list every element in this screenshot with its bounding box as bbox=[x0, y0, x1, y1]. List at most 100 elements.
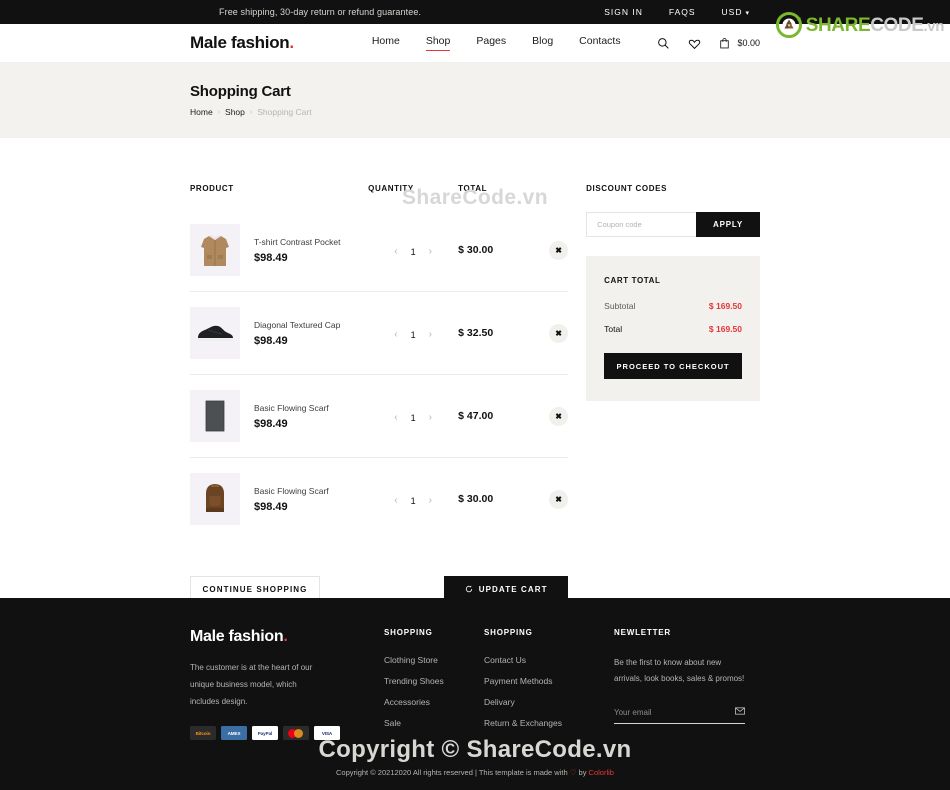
currency-selector[interactable]: USD ▾ bbox=[722, 7, 750, 17]
product-name[interactable]: Diagonal Textured Cap bbox=[254, 320, 340, 330]
footer-logo[interactable]: Male fashion. bbox=[190, 628, 350, 646]
footer-link-accessories[interactable]: Accessories bbox=[384, 697, 484, 707]
quantity-value[interactable]: 1 bbox=[411, 330, 416, 340]
table-row: Basic Flowing Scarf $98.49 ‹ 1 › $ 30.00 bbox=[190, 457, 569, 540]
page-title: Shopping Cart bbox=[190, 83, 291, 100]
quantity-value[interactable]: 1 bbox=[411, 247, 416, 257]
remove-item-button[interactable]: ✖ bbox=[549, 324, 569, 343]
nav-item-contacts[interactable]: Contacts bbox=[579, 35, 620, 51]
payment-methods: Bitcoin AMEX PayPal VISA bbox=[190, 726, 350, 740]
product-thumbnail-backpack[interactable] bbox=[190, 473, 240, 525]
cart-item-product-cell: Basic Flowing Scarf $98.49 bbox=[190, 457, 369, 540]
footer-link-delivary[interactable]: Delivary bbox=[484, 697, 614, 707]
newsletter-email-input[interactable] bbox=[614, 707, 735, 717]
cart-item-product-cell: Basic Flowing Scarf $98.49 bbox=[190, 374, 369, 458]
footer-link-contact-us[interactable]: Contact Us bbox=[484, 655, 614, 665]
cart-item-remove-cell: ✖ bbox=[528, 209, 569, 292]
footer-heading-newsletter: NEWLETTER bbox=[614, 628, 671, 637]
footer-heading-shopping-1: SHOPPING bbox=[384, 628, 433, 637]
product-name[interactable]: Basic Flowing Scarf bbox=[254, 403, 329, 413]
nav-item-shop[interactable]: Shop bbox=[425, 35, 451, 51]
footer-heading-shopping-2: SHOPPING bbox=[484, 628, 533, 637]
quantity-value[interactable]: 1 bbox=[411, 496, 416, 506]
sign-in-link[interactable]: SIGN IN bbox=[604, 7, 643, 17]
newsletter-form bbox=[614, 707, 745, 724]
product-name[interactable]: Basic Flowing Scarf bbox=[254, 486, 329, 496]
copyright-by: by bbox=[576, 768, 589, 777]
apply-coupon-button[interactable]: APPLY bbox=[696, 212, 760, 237]
product-price: $98.49 bbox=[254, 500, 288, 513]
cart-button[interactable]: $0.00 bbox=[719, 37, 760, 50]
quantity-increment-icon[interactable]: › bbox=[429, 495, 432, 506]
cart-item-remove-cell: ✖ bbox=[528, 374, 569, 458]
envelope-icon[interactable] bbox=[735, 707, 745, 717]
amex-icon: AMEX bbox=[221, 726, 247, 740]
heart-icon[interactable] bbox=[688, 37, 701, 50]
product-info: Basic Flowing Scarf $98.49 bbox=[254, 403, 329, 430]
product-thumbnail-sneaker[interactable] bbox=[190, 307, 240, 359]
subtotal-value: $ 169.50 bbox=[708, 301, 742, 311]
product-thumbnail-jacket[interactable] bbox=[190, 224, 240, 276]
quantity-stepper[interactable]: ‹ 1 › bbox=[394, 329, 432, 340]
main-navigation: Home Shop Pages Blog Contacts bbox=[372, 35, 621, 51]
quantity-decrement-icon[interactable]: ‹ bbox=[394, 329, 397, 340]
top-promo-bar: Free shipping, 30-day return or refund g… bbox=[0, 0, 950, 24]
footer-link-return-exchanges[interactable]: Return & Exchanges bbox=[484, 718, 614, 728]
breadcrumb-item-home[interactable]: Home bbox=[190, 107, 213, 117]
product-info: T-shirt Contrast Pocket $98.49 bbox=[254, 237, 340, 264]
site-header: Male fashion. Home Shop Pages Blog Conta… bbox=[0, 24, 950, 62]
proceed-to-checkout-button[interactable]: PROCEED TO CHECKOUT bbox=[604, 353, 742, 379]
footer-shopping-column-2: SHOPPING Contact Us Payment Methods Deli… bbox=[484, 628, 614, 790]
search-icon[interactable] bbox=[657, 37, 670, 50]
cart-item-total: $ 30.00 bbox=[458, 244, 494, 256]
quantity-increment-icon[interactable]: › bbox=[429, 246, 432, 257]
quantity-stepper[interactable]: ‹ 1 › bbox=[394, 412, 432, 423]
faqs-link[interactable]: FAQS bbox=[669, 7, 696, 17]
quantity-increment-icon[interactable]: › bbox=[429, 412, 432, 423]
quantity-decrement-icon[interactable]: ‹ bbox=[394, 495, 397, 506]
update-cart-label: UPDATE CART bbox=[478, 585, 548, 594]
quantity-stepper[interactable]: ‹ 1 › bbox=[394, 246, 432, 257]
breadcrumb-banner: Shopping Cart Home › Shop › Shopping Car… bbox=[0, 62, 950, 138]
footer-link-clothing-store[interactable]: Clothing Store bbox=[384, 655, 484, 665]
footer-link-trending-shoes[interactable]: Trending Shoes bbox=[384, 676, 484, 686]
site-logo-text: Male fashion bbox=[190, 33, 290, 52]
site-logo[interactable]: Male fashion. bbox=[190, 33, 294, 53]
nav-item-blog[interactable]: Blog bbox=[532, 35, 553, 51]
cart-table-header-row: PRODUCT QUANTITY TOTAL bbox=[190, 184, 568, 209]
logo-dot: . bbox=[289, 33, 294, 52]
quantity-decrement-icon[interactable]: ‹ bbox=[394, 412, 397, 423]
footer-link-sale[interactable]: Sale bbox=[384, 718, 484, 728]
product-name[interactable]: T-shirt Contrast Pocket bbox=[254, 237, 340, 247]
quantity-increment-icon[interactable]: › bbox=[429, 329, 432, 340]
column-header-total: TOTAL bbox=[458, 184, 488, 193]
coupon-code-input[interactable] bbox=[586, 212, 696, 237]
remove-item-button[interactable]: ✖ bbox=[549, 407, 569, 426]
footer-logo-text: Male fashion bbox=[190, 628, 284, 645]
cart-item-quantity-cell: ‹ 1 › bbox=[368, 291, 459, 375]
cart-item-quantity-cell: ‹ 1 › bbox=[368, 457, 459, 540]
breadcrumb-item-current: Shopping Cart bbox=[257, 107, 312, 117]
bitcoin-icon: Bitcoin bbox=[190, 726, 216, 740]
product-thumbnail-scarf[interactable] bbox=[190, 390, 240, 442]
cart-total-subtotal-row: Subtotal $ 169.50 bbox=[604, 301, 742, 311]
product-info: Diagonal Textured Cap $98.49 bbox=[254, 320, 340, 347]
cart-item-quantity-cell: ‹ 1 › bbox=[368, 209, 458, 292]
table-row: T-shirt Contrast Pocket $98.49 ‹ 1 › $ 3… bbox=[190, 209, 569, 292]
quantity-stepper[interactable]: ‹ 1 › bbox=[394, 495, 432, 506]
breadcrumb-item-shop[interactable]: Shop bbox=[225, 107, 245, 117]
quantity-value[interactable]: 1 bbox=[411, 413, 416, 423]
colorlib-link[interactable]: Colorlib bbox=[589, 768, 614, 777]
quantity-decrement-icon[interactable]: ‹ bbox=[394, 246, 397, 257]
nav-item-pages[interactable]: Pages bbox=[476, 35, 506, 51]
column-header-product: PRODUCT bbox=[190, 184, 234, 193]
coupon-form: APPLY bbox=[586, 212, 760, 237]
nav-item-home[interactable]: Home bbox=[372, 35, 400, 51]
remove-item-button[interactable]: ✖ bbox=[549, 490, 569, 509]
cart-item-product-cell: Diagonal Textured Cap $98.49 bbox=[190, 291, 369, 375]
chevron-down-icon: ▾ bbox=[745, 10, 750, 17]
remove-item-button[interactable]: ✖ bbox=[549, 241, 569, 260]
breadcrumb-separator-icon: › bbox=[217, 108, 221, 116]
footer-link-payment-methods[interactable]: Payment Methods bbox=[484, 676, 614, 686]
visa-icon: VISA bbox=[314, 726, 340, 740]
